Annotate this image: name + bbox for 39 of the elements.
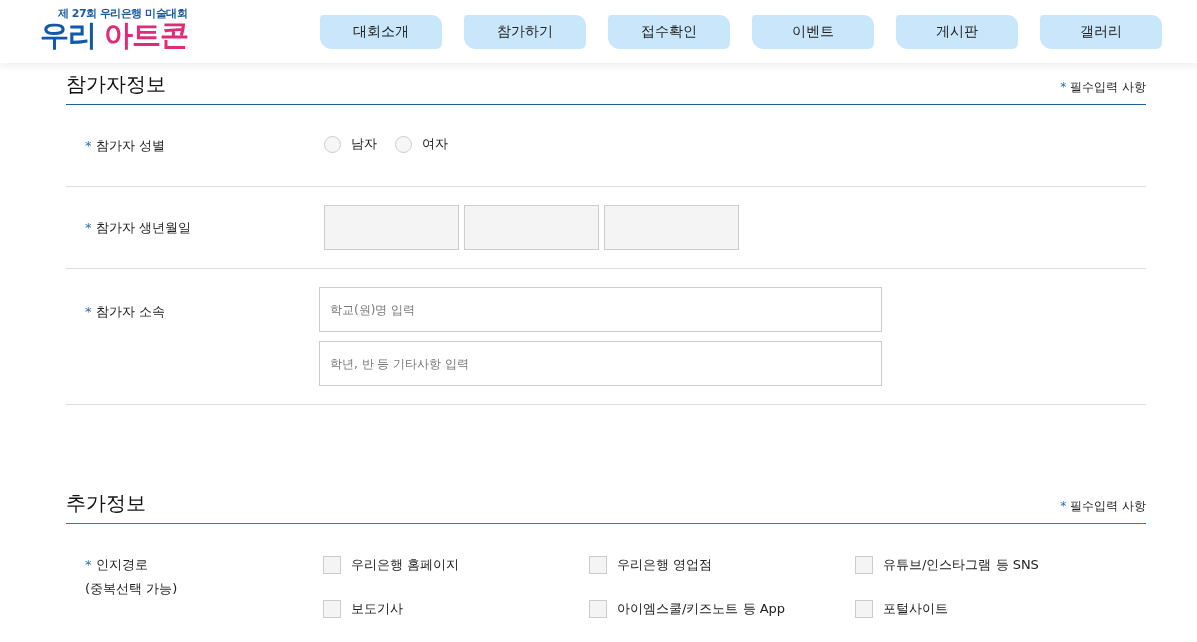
field-label: * 참가자 성별 — [85, 136, 166, 155]
nav-menu-item[interactable]: 접수확인 — [608, 14, 730, 49]
logo-text: 아트콘 — [104, 20, 188, 50]
nav-menu-item[interactable]: 참가하기 — [464, 14, 586, 49]
section-title: 참가자정보 — [66, 71, 166, 98]
nav-menu-item[interactable]: 이벤트 — [752, 14, 874, 49]
option-label: 보도기사 — [351, 600, 403, 618]
nav-menu-item[interactable]: 갤러리 — [1040, 14, 1162, 49]
input-field[interactable] — [324, 205, 459, 250]
radio-button[interactable] — [324, 135, 341, 153]
logo-subtitle: 제 27회 우리은행 미술대회 — [58, 5, 189, 21]
checkbox[interactable] — [323, 556, 341, 574]
input-field[interactable]: 학교(원)명 입력 — [319, 287, 882, 332]
checkbox[interactable] — [589, 600, 607, 618]
checkbox[interactable] — [855, 600, 873, 618]
checkbox[interactable] — [323, 600, 341, 618]
nav-menu-item[interactable]: 게시판 — [896, 14, 1018, 49]
required-note: * 필수입력 사항 — [1060, 79, 1146, 96]
logo-text: 우리 — [40, 20, 96, 50]
option-label: 포털사이트 — [883, 600, 948, 618]
input-field[interactable] — [604, 205, 739, 250]
option-label: 우리은행 홈페이지 — [351, 556, 460, 574]
option-label: 남자 — [351, 135, 377, 153]
field-label: (중복선택 가능) — [85, 580, 179, 598]
section-title: 추가정보 — [66, 490, 146, 517]
option-label: 우리은행 영업점 — [617, 556, 713, 574]
nav-menu-item[interactable]: 대회소개 — [320, 14, 442, 49]
option-label: 아이엠스쿨/키즈노트 등 App — [617, 600, 786, 618]
field-label: * 참가자 소속 — [85, 303, 166, 321]
radio-button[interactable] — [395, 135, 412, 153]
field-label: * 인지경로 — [85, 556, 149, 574]
option-label: 여자 — [422, 135, 448, 153]
input-field[interactable]: 학년, 반 등 기타사항 입력 — [319, 341, 882, 386]
required-note: * 필수입력 사항 — [1060, 498, 1146, 515]
checkbox[interactable] — [589, 556, 607, 574]
field-label: * 참가자 생년월일 — [85, 218, 192, 237]
option-label: 유튜브/인스타그램 등 SNS — [883, 556, 1039, 574]
checkbox[interactable] — [855, 556, 873, 574]
input-field[interactable] — [464, 205, 599, 250]
